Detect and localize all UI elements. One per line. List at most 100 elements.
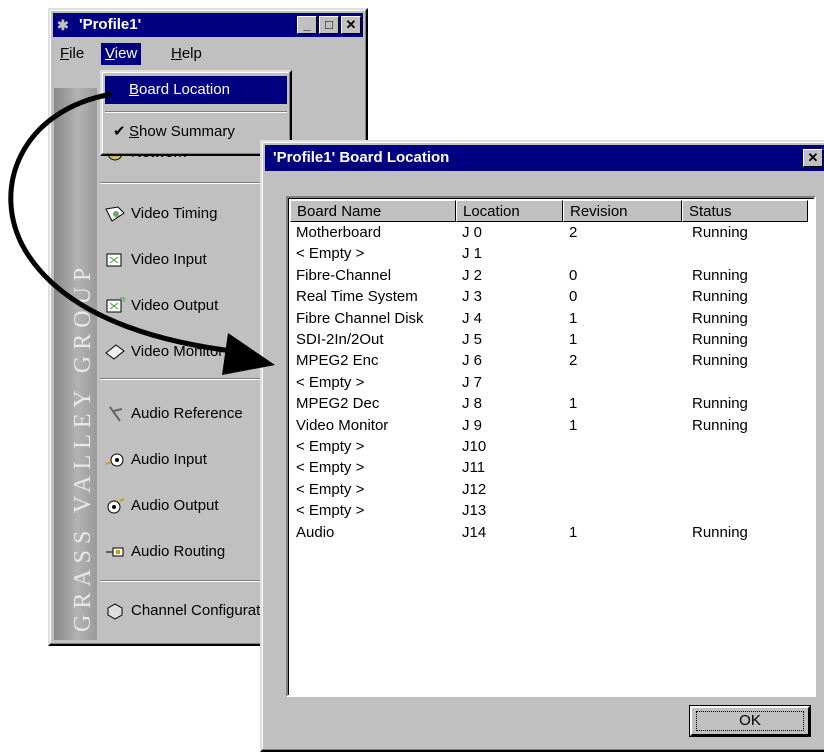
cell-location: J 2	[462, 266, 483, 284]
ok-button[interactable]: OK	[690, 706, 810, 736]
menu-help-mnemonic: H	[171, 45, 182, 62]
video-monitor-icon	[105, 344, 125, 360]
menu-help[interactable]: Help	[167, 43, 206, 65]
cell-revision: 0	[569, 266, 578, 284]
video-input-icon	[106, 253, 122, 267]
cell-location: J11	[462, 459, 486, 477]
table-row[interactable]: Motherboard J 0 2 Running	[288, 224, 814, 244]
cell-revision: 2	[569, 224, 578, 241]
cell-board-name: Real Time System	[296, 288, 418, 306]
column-header-location[interactable]: Location	[456, 200, 563, 222]
audio-routing-icon	[106, 547, 124, 557]
table-row[interactable]: < Empty > J13	[288, 502, 814, 522]
audio-output-icon	[107, 498, 125, 514]
menu-file[interactable]: File	[56, 43, 88, 65]
cell-board-name: < Empty >	[296, 373, 365, 391]
board-location-dialog: 'Profile1' Board Location ✕ Board Name L…	[260, 140, 824, 752]
table-row[interactable]: < Empty > J 7	[288, 374, 814, 394]
cell-board-name: MPEG2 Enc	[296, 352, 379, 370]
nav-video-output-label: Video Output	[131, 297, 219, 314]
cell-location: J12	[462, 480, 487, 498]
cell-location: J 4	[462, 309, 483, 327]
cell-revision: 1	[569, 523, 578, 541]
brand-text: GRASS VALLEY GROUP	[70, 261, 96, 632]
cell-status: Running	[692, 288, 748, 306]
channel-config-icon	[107, 603, 123, 620]
dialog-title: 'Profile1' Board Location	[273, 149, 450, 166]
column-header-board-name[interactable]: Board Name	[290, 200, 456, 222]
cell-location: J 7	[462, 373, 483, 391]
menu-separator	[105, 111, 287, 113]
table-row[interactable]: Real Time System J 3 0 Running	[288, 288, 814, 308]
nav-video-input-label: Video Input	[131, 251, 207, 268]
brand-band: GRASS VALLEY GROUP	[54, 88, 97, 640]
nav-audio-input-label: Audio Input	[131, 451, 207, 468]
focus-rect	[696, 711, 804, 731]
board-location-label: oard Location	[139, 81, 230, 98]
board-list[interactable]: Board Name Location Revision Status Moth…	[286, 196, 816, 697]
menu-view-label: iew	[114, 45, 138, 62]
cell-revision: 1	[569, 395, 578, 413]
dialog-title-bar[interactable]: 'Profile1' Board Location ✕	[265, 145, 824, 171]
cell-board-name: < Empty >	[296, 502, 365, 520]
nav-audio-routing-label: Audio Routing	[131, 543, 226, 560]
table-row[interactable]: < Empty > J 1	[288, 245, 814, 265]
cell-revision: 1	[569, 309, 578, 327]
menu-bar: File View Help	[53, 40, 363, 66]
cell-board-name: < Empty >	[296, 480, 365, 498]
nav-audio-reference-label: Audio Reference	[131, 405, 243, 422]
cell-location: J13	[462, 502, 487, 520]
table-row[interactable]: < Empty > J11	[288, 459, 814, 479]
cell-location: J 6	[462, 352, 483, 370]
cell-status: Running	[692, 309, 748, 327]
cell-location: J 8	[462, 395, 483, 413]
table-row[interactable]: < Empty > J12	[288, 481, 814, 501]
maximize-button[interactable]: □	[319, 16, 339, 34]
menu-view[interactable]: View	[101, 43, 142, 65]
app-icon: ✱	[57, 17, 69, 33]
table-row[interactable]: Fibre-Channel J 2 0 Running	[288, 267, 814, 287]
table-row[interactable]: < Empty > J10	[288, 438, 814, 458]
cell-board-name: Fibre-Channel	[296, 266, 392, 284]
dialog-close-button[interactable]: ✕	[803, 149, 823, 167]
cell-board-name: Video Monitor	[296, 416, 389, 434]
table-row[interactable]: Video Monitor J 9 1 Running	[288, 417, 814, 437]
nav-audio-output-label: Audio Output	[131, 497, 219, 514]
menu-help-label: elp	[181, 45, 202, 62]
cell-board-name: Audio	[296, 523, 335, 541]
table-row[interactable]: Fibre Channel Disk J 4 1 Running	[288, 310, 814, 330]
cell-board-name: Fibre Channel Disk	[296, 309, 424, 327]
cell-board-name: < Empty >	[296, 459, 365, 477]
close-button[interactable]: ✕	[341, 16, 361, 34]
table-row[interactable]: MPEG2 Dec J 8 1 Running	[288, 395, 814, 415]
cell-location: J 0	[462, 224, 483, 241]
cell-location: J 3	[462, 288, 483, 306]
table-row[interactable]: SDI-2In/2Out J 5 1 Running	[288, 331, 814, 351]
profile-title-bar[interactable]: ✱ 'Profile1' _ □ ✕	[53, 13, 363, 37]
cell-location: J10	[462, 438, 487, 455]
audio-reference-icon	[109, 406, 123, 422]
table-row[interactable]: Audio J14 1 Running	[288, 524, 814, 544]
cell-status: Running	[692, 395, 748, 413]
cell-status: Running	[692, 331, 748, 348]
nav-video-timing-label: Video Timing	[131, 205, 218, 222]
table-row[interactable]: MPEG2 Enc J 6 2 Running	[288, 352, 814, 372]
cell-board-name: < Empty >	[296, 245, 365, 263]
board-location-mnemonic: B	[129, 81, 140, 98]
menu-file-label: ile	[69, 45, 85, 62]
cell-status: Running	[692, 352, 748, 370]
cell-revision: 1	[569, 331, 578, 348]
column-header-revision[interactable]: Revision	[563, 200, 682, 222]
menu-item-board-location[interactable]: Board Location	[105, 76, 287, 104]
cell-status: Running	[692, 266, 748, 284]
show-summary-mnemonic: S	[129, 123, 140, 140]
cell-status: Running	[692, 416, 748, 434]
minimize-button[interactable]: _	[297, 16, 317, 34]
cell-status: Running	[692, 224, 748, 241]
video-output-icon	[106, 297, 125, 313]
show-summary-label: how Summary	[139, 123, 235, 140]
window-title: 'Profile1'	[79, 16, 142, 33]
audio-input-icon	[105, 453, 124, 467]
column-header-status[interactable]: Status	[682, 200, 808, 222]
cell-revision: 0	[569, 288, 578, 306]
